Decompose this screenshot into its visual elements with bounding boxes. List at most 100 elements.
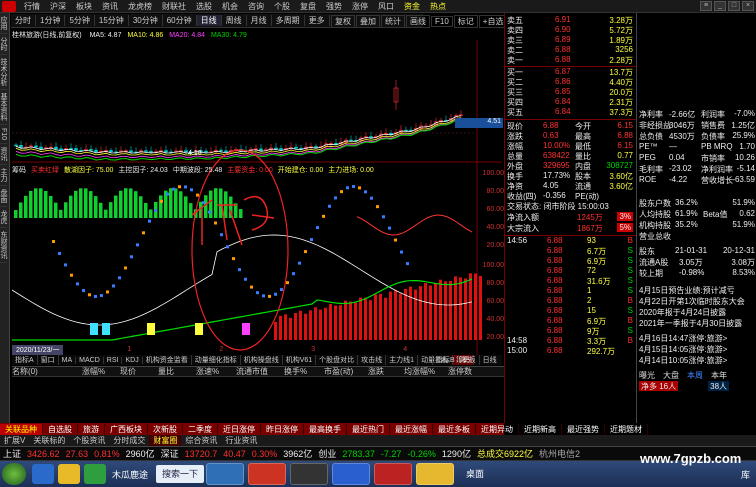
menu-item[interactable]: 行情 [19,1,45,12]
menu-item[interactable]: 资金 [399,1,425,12]
ie-icon[interactable] [32,464,54,484]
period-tab[interactable]: 更多 [305,15,330,26]
news-item[interactable]: 4月22日开第1次临时股东大会 [639,296,756,306]
section-tab[interactable]: 最高换手 [304,423,347,435]
taskbar-app-6[interactable] [416,463,455,485]
sidebar-item[interactable]: F10 [0,125,7,145]
kline-chart[interactable] [12,40,502,355]
news-item[interactable]: 2021年一季报于4月30日披露 [639,318,756,328]
indicator-tab[interactable]: 个股盘对比 [316,355,359,365]
column-header[interactable]: 涨跌 [368,366,404,377]
column-header[interactable]: 市盈(动) [324,366,368,377]
sidebar-item[interactable]: 资讯 [0,144,7,166]
indicator-tab-right[interactable]: 指标B [432,355,458,365]
section-tab-2[interactable]: 扩展V [0,435,29,446]
news-item[interactable]: 4月16日14:47涨停:旅游> [639,333,756,343]
period-tab[interactable]: 60分钟 [163,15,197,26]
taskbar-app-1[interactable] [206,463,245,485]
indicator-tab[interactable]: 机构资金监看 [143,355,192,365]
toolbar-button[interactable]: F10 [431,15,453,27]
menu-item[interactable]: 个股 [269,1,295,12]
indicator-name[interactable]: 筹码 [12,167,26,174]
news-item[interactable]: 2020年报于4月24日披露 [639,307,756,317]
window-button[interactable]: × [742,1,754,11]
indicator-tab[interactable]: 机构操盘线 [241,355,283,365]
indicator-tab[interactable]: KDJ [122,356,143,364]
period-tab[interactable]: 15分钟 [95,15,129,26]
window-button[interactable]: □ [728,1,740,11]
fund-tab[interactable]: 曝光 [639,370,655,380]
fund-tab[interactable]: 本年 [711,370,727,380]
sidebar-item[interactable]: 技术分析 [0,55,7,90]
folder-icon[interactable] [58,464,80,484]
indicator-tab[interactable]: 攻击线 [358,355,387,365]
period-tab[interactable]: 分时 [11,15,36,26]
menu-item[interactable]: 咨询 [243,1,269,12]
section-tab-2[interactable]: 关联标的 [29,435,69,446]
section-tab[interactable]: 广西板块 [105,423,148,435]
section-tab[interactable]: 最近热门 [347,423,390,435]
period-tab[interactable]: 周线 [222,15,247,26]
sidebar-item[interactable]: 龙虎 [0,207,7,229]
period-tab[interactable]: 1分钟 [36,15,66,26]
column-header[interactable]: 涨速% [196,366,236,377]
indicator-tab-right[interactable]: 日线 [478,355,500,365]
start-button[interactable] [2,463,26,485]
toolbar-button[interactable]: 叠加 [356,14,380,28]
menu-item[interactable]: 热点 [425,1,451,12]
toolbar-button[interactable]: 复权 [331,14,355,28]
menu-item[interactable]: 复盘 [295,1,321,12]
column-header[interactable]: 量比 [158,366,196,377]
news-item[interactable]: 4月15日预告业绩:预计减亏 [639,285,756,295]
toolbar-button[interactable]: 画线 [406,14,430,28]
fund-tab[interactable]: 本周 [687,370,703,380]
window-button[interactable]: _ [714,1,726,11]
section-tab-2[interactable]: 综合资讯 [181,435,221,446]
indicator-tab[interactable]: 主力线1 [386,355,419,365]
section-tab[interactable]: 近期新高 [519,423,562,435]
app-icon[interactable] [84,464,106,484]
column-header[interactable]: 名称(0) [12,366,82,377]
menu-item[interactable]: 财联社 [157,1,191,12]
sidebar-item[interactable]: 应用 [0,13,7,34]
section-tab[interactable]: 旅游 [78,423,105,435]
search-button[interactable]: 搜索一下 [156,465,205,483]
column-header[interactable]: 现价 [120,366,158,377]
column-header[interactable]: 流通市值 [236,366,284,377]
indicator-tab[interactable]: RSI [104,356,123,364]
section-tab[interactable]: 最近涨幅 [390,423,433,435]
indicator-tab[interactable]: 窗口 [38,355,59,365]
news-item[interactable]: 4月14日10:05涨停:旅游> [639,355,756,365]
menu-item[interactable]: 强势 [321,1,347,12]
section-tab-2[interactable]: 行业资讯 [221,435,261,446]
menu-item[interactable]: 风口 [373,1,399,12]
section-tab[interactable]: 关联品种 [0,423,43,435]
section-tab[interactable]: 近期异动 [476,423,519,435]
period-tab[interactable]: 日线 [196,15,222,26]
taskbar-app-3[interactable] [290,463,329,485]
indicator-tab[interactable]: MACD [76,356,104,364]
column-header[interactable]: 换手% [284,366,324,377]
section-tab-2[interactable]: 个股资讯 [69,435,109,446]
toolbar-button[interactable]: 标记 [453,14,478,28]
period-tab[interactable]: 30分钟 [129,15,163,26]
section-tab[interactable]: 近期题材 [605,423,648,435]
menu-item[interactable]: 板块 [71,1,97,12]
menu-item[interactable]: 涨停 [347,1,373,12]
fund-tab[interactable]: 大盘 [663,370,679,380]
taskbar-app-4[interactable] [332,463,371,485]
sidebar-item[interactable]: 主力 [0,165,7,187]
section-tab-2[interactable]: 财富圈 [149,435,182,446]
section-tab[interactable]: 昨日涨停 [261,423,304,435]
news-item[interactable]: 4月15日14:05涨停:旅游> [639,344,756,354]
window-button[interactable]: ≡ [700,1,712,11]
section-tab[interactable]: 近日涨停 [218,423,261,435]
toolbar-button[interactable]: 统计 [381,14,405,28]
sidebar-item[interactable]: 盘面 [0,186,7,208]
section-tab[interactable]: 最近强势 [562,423,605,435]
sidebar-item[interactable]: 东财资讯 [0,228,7,264]
menu-item[interactable]: 选股 [191,1,217,12]
indicator-tab-right[interactable]: 模板 [457,355,479,365]
period-tab[interactable]: 月线 [247,15,272,26]
menu-item[interactable]: 龙虎榜 [123,1,157,12]
